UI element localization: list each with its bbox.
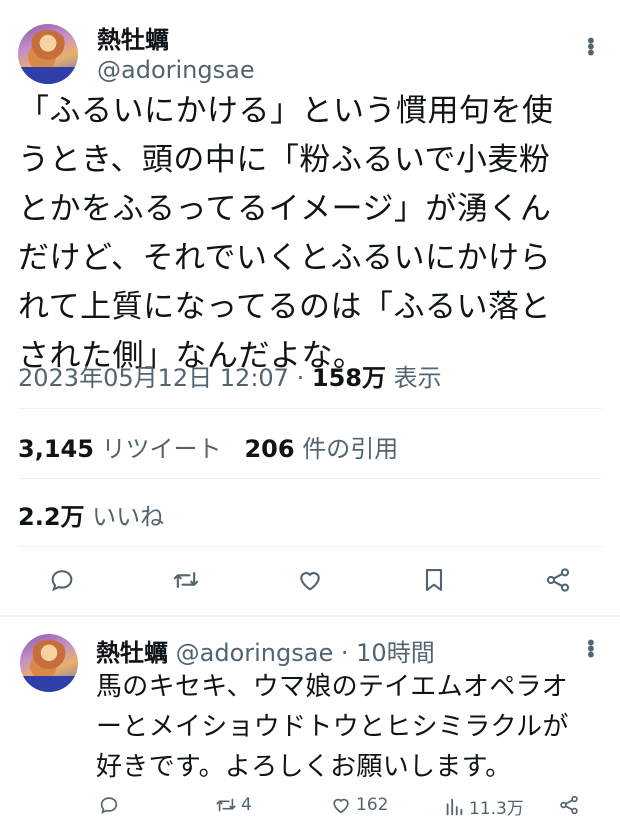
likes-label: いいね [92, 503, 165, 531]
reply-icon[interactable] [48, 566, 76, 594]
share-icon [558, 794, 580, 816]
like-count: 162 [356, 795, 389, 815]
like-action[interactable]: 162 [330, 794, 388, 816]
retweets-link[interactable]: 3,145 リツイート [18, 435, 222, 463]
like-icon [330, 794, 352, 816]
retweet-icon [215, 794, 237, 816]
like-icon[interactable] [296, 566, 324, 594]
quotes-link[interactable]: 206 件の引用 [244, 435, 398, 463]
retweet-count: 4 [241, 795, 252, 815]
reply-text: 馬のキセキ、ウマ娘のテイエムオペラオ ーとメイショウドトウとヒシミラクルが 好き… [96, 672, 569, 782]
likes-count: 2.2万 [18, 503, 85, 531]
bookmark-icon[interactable] [420, 566, 448, 594]
display-name[interactable]: 熱牡蠣 [97, 20, 169, 55]
quotes-count: 206 [244, 435, 295, 463]
divider [18, 478, 602, 479]
section-divider [0, 615, 620, 617]
retweet-action[interactable]: 4 [215, 794, 252, 816]
display-name[interactable]: 熱牡蠣 [96, 639, 168, 667]
more-options-icon[interactable]: • • • [585, 633, 597, 665]
handle[interactable]: @adoringsae [176, 639, 334, 667]
more-options-icon[interactable]: • • • [585, 31, 597, 63]
retweets-count: 3,145 [18, 435, 94, 463]
likes-link[interactable]: 2.2万 いいね [18, 497, 164, 532]
meta-separator: · [296, 364, 305, 392]
views-action[interactable]: 11.3万 [443, 794, 524, 819]
retweets-label: リツイート [101, 435, 222, 463]
views-count: 11.3万 [469, 799, 524, 819]
time-ago[interactable]: 10時間 [356, 639, 435, 667]
timestamp[interactable]: 2023年05月12日 12:07 [18, 364, 289, 392]
quotes-label: 件の引用 [302, 435, 399, 463]
share-action[interactable] [558, 794, 580, 816]
retweet-quote-stats: 3,145 リツイート 206 件の引用 [18, 429, 398, 464]
reply-action[interactable] [98, 794, 120, 816]
views-count: 158万 [311, 364, 386, 392]
retweet-icon[interactable] [172, 566, 200, 594]
share-icon[interactable] [544, 566, 572, 594]
analytics-icon [443, 796, 465, 818]
tweet-meta: 2023年05月12日 12:07 · 158万 表示 [18, 358, 442, 393]
handle[interactable]: @adoringsae [97, 56, 255, 84]
divider [18, 546, 602, 547]
header-separator: · [340, 639, 349, 667]
tweet-text: 「ふるいにかける」という慣用句を使 うとき、頭の中に「粉ふるいで小麦粉 とかをふ… [18, 93, 554, 374]
views-label: 表示 [393, 364, 442, 392]
divider [18, 408, 602, 409]
reply-icon [98, 794, 120, 816]
avatar[interactable] [20, 634, 78, 692]
reply-header: 熱牡蠣 @adoringsae · 10時間 [96, 633, 435, 668]
avatar[interactable] [18, 24, 78, 84]
